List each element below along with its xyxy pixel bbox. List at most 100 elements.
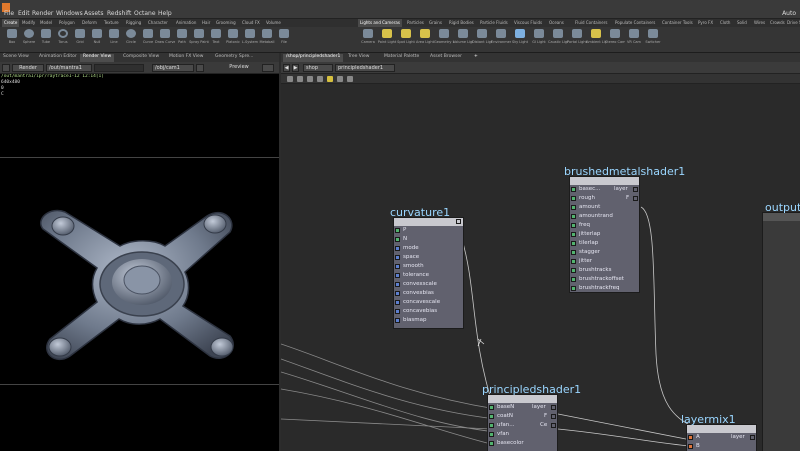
- back-arrow-icon[interactable]: ◀: [283, 64, 290, 72]
- input-port[interactable]: [395, 273, 400, 278]
- shelf-tab[interactable]: Cloud FX: [240, 19, 262, 27]
- shelf-tab[interactable]: Particle Fluids: [478, 19, 510, 27]
- rop-selector[interactable]: /out/mantra1: [46, 64, 92, 72]
- path-principledshader[interactable]: principledshader1: [335, 64, 395, 72]
- input-port[interactable]: [395, 282, 400, 287]
- tool-distant-light[interactable]: Distant Light: [472, 29, 492, 51]
- rop-spacer-field[interactable]: [94, 64, 144, 72]
- tab-motion-fx-view[interactable]: Motion FX View: [166, 54, 206, 62]
- shelf-tab[interactable]: Drive Sim: [785, 19, 800, 27]
- input-port[interactable]: [571, 286, 576, 291]
- tool-stereo-cam[interactable]: Stereo Cam: [605, 29, 625, 51]
- input-port[interactable]: [571, 241, 576, 246]
- input-port[interactable]: [571, 250, 576, 255]
- tool-environment[interactable]: Environment: [491, 29, 511, 51]
- output-port[interactable]: [456, 219, 461, 224]
- go-menu-icon[interactable]: [307, 76, 313, 82]
- camera-menu-icon[interactable]: [196, 64, 204, 72]
- menu-windows[interactable]: Windows: [56, 10, 83, 17]
- input-port[interactable]: [395, 318, 400, 323]
- tool-geometry-light[interactable]: Geometry Light: [434, 29, 454, 51]
- add-menu-icon[interactable]: [287, 76, 293, 82]
- shelf-tab[interactable]: Character: [146, 19, 170, 27]
- tab-render-view[interactable]: Render View: [80, 54, 115, 62]
- node-brushedmetalshader[interactable]: brushedmetalshader1 layer F basec... rou…: [564, 165, 685, 293]
- input-port[interactable]: [571, 232, 576, 237]
- input-port[interactable]: [489, 414, 494, 419]
- input-port[interactable]: [571, 268, 576, 273]
- tab-scene-view[interactable]: Scene View: [0, 54, 32, 62]
- input-port[interactable]: [395, 246, 400, 251]
- shelf-tab[interactable]: Hair: [200, 19, 212, 27]
- tool-portal-light[interactable]: Portal Light: [567, 29, 587, 51]
- shelf-tab[interactable]: Grooming: [214, 19, 238, 27]
- forward-arrow-icon[interactable]: ▶: [292, 64, 299, 72]
- tool-gi-light[interactable]: GI Light: [529, 29, 549, 51]
- node-principledshader[interactable]: principledshader1 layer F Ce baseN coatN…: [482, 383, 581, 451]
- menu-redshift[interactable]: Redshift: [107, 10, 131, 17]
- input-port[interactable]: [395, 291, 400, 296]
- input-port[interactable]: [571, 223, 576, 228]
- input-port[interactable]: [571, 277, 576, 282]
- help-menu-icon[interactable]: [347, 76, 353, 82]
- output-port[interactable]: [633, 187, 638, 192]
- shelf-tab[interactable]: Create: [2, 19, 20, 27]
- tool-area-light[interactable]: Area Light: [415, 29, 435, 51]
- tool-volume-light[interactable]: Volume Light: [453, 29, 473, 51]
- input-port[interactable]: [395, 300, 400, 305]
- input-port[interactable]: [571, 196, 576, 201]
- shelf-tab[interactable]: Rigid Bodies: [447, 19, 476, 27]
- menu-help[interactable]: Help: [158, 10, 172, 17]
- shelf-tab[interactable]: Animation: [174, 19, 198, 27]
- menu-render[interactable]: Render: [32, 10, 53, 17]
- node-curvature[interactable]: curvature1 P N mode space smooth toleran…: [390, 206, 464, 329]
- node-layermix[interactable]: layermix1 layer A B: [681, 413, 757, 451]
- tab-animation-editor[interactable]: Animation Editor: [36, 54, 80, 62]
- input-port[interactable]: [489, 441, 494, 446]
- shelf-tab[interactable]: Model: [38, 19, 54, 27]
- tab-geometry-spreadsheet[interactable]: Geometry Spre...: [212, 54, 256, 62]
- shelf-tab[interactable]: Crowds: [768, 19, 787, 27]
- shelf-tab[interactable]: Lights and Cameras: [358, 19, 402, 27]
- tool-ambient-light[interactable]: Ambient Light: [586, 29, 606, 51]
- shelf-tab[interactable]: Pyro FX: [696, 19, 715, 27]
- shelf-tab[interactable]: Fluid Containers: [573, 19, 610, 27]
- menu-assets[interactable]: Assets: [84, 10, 104, 17]
- shelf-tab[interactable]: Modify: [20, 19, 37, 27]
- render-settings-icon[interactable]: [2, 64, 10, 72]
- output-port[interactable]: [750, 435, 755, 440]
- input-port[interactable]: [395, 309, 400, 314]
- shelf-tab[interactable]: Cloth: [718, 19, 732, 27]
- node-output[interactable]: output: [762, 201, 800, 451]
- input-port[interactable]: [571, 259, 576, 264]
- tool-sky-light[interactable]: Sky Light: [510, 29, 530, 51]
- input-port[interactable]: [395, 255, 400, 260]
- input-port[interactable]: [395, 237, 400, 242]
- tool-caustic-light[interactable]: Caustic Light: [548, 29, 568, 51]
- tool-spot-light[interactable]: Spot Light: [396, 29, 416, 51]
- shelf-tab[interactable]: Wires: [752, 19, 767, 27]
- output-port[interactable]: [551, 405, 556, 410]
- tool-switcher[interactable]: Switcher: [643, 29, 663, 51]
- shelf-tab[interactable]: Deform: [80, 19, 99, 27]
- network-canvas[interactable]: curvature1 P N mode space smooth toleran…: [281, 84, 800, 451]
- output-port[interactable]: [551, 414, 556, 419]
- tool-vr-cam[interactable]: VR Cam: [624, 29, 644, 51]
- tool-point-light[interactable]: Point Light: [377, 29, 397, 51]
- tab-network-editor[interactable]: /shop/principledshader1: [283, 54, 344, 62]
- edit-menu-icon[interactable]: [297, 76, 303, 82]
- tool-file[interactable]: File: [274, 29, 294, 51]
- shelf-tab[interactable]: Volume: [264, 19, 283, 27]
- shelf-tab[interactable]: Texture: [102, 19, 121, 27]
- path-shop[interactable]: shop: [303, 64, 333, 72]
- input-port[interactable]: [688, 435, 693, 440]
- camera-selector[interactable]: /obj/cam1: [152, 64, 194, 72]
- render-image[interactable]: /out/mantra1/ipr/raytrace1-12 12:14[1] 6…: [0, 74, 279, 451]
- tab-material-palette[interactable]: Material Palette: [381, 54, 422, 62]
- menu-octane[interactable]: Octane: [134, 10, 156, 17]
- render-options-icon[interactable]: [262, 64, 274, 72]
- add-tab-icon[interactable]: +: [471, 54, 481, 62]
- input-port[interactable]: [571, 205, 576, 210]
- shelf-tab[interactable]: Container Tools: [660, 19, 695, 27]
- input-port[interactable]: [395, 228, 400, 233]
